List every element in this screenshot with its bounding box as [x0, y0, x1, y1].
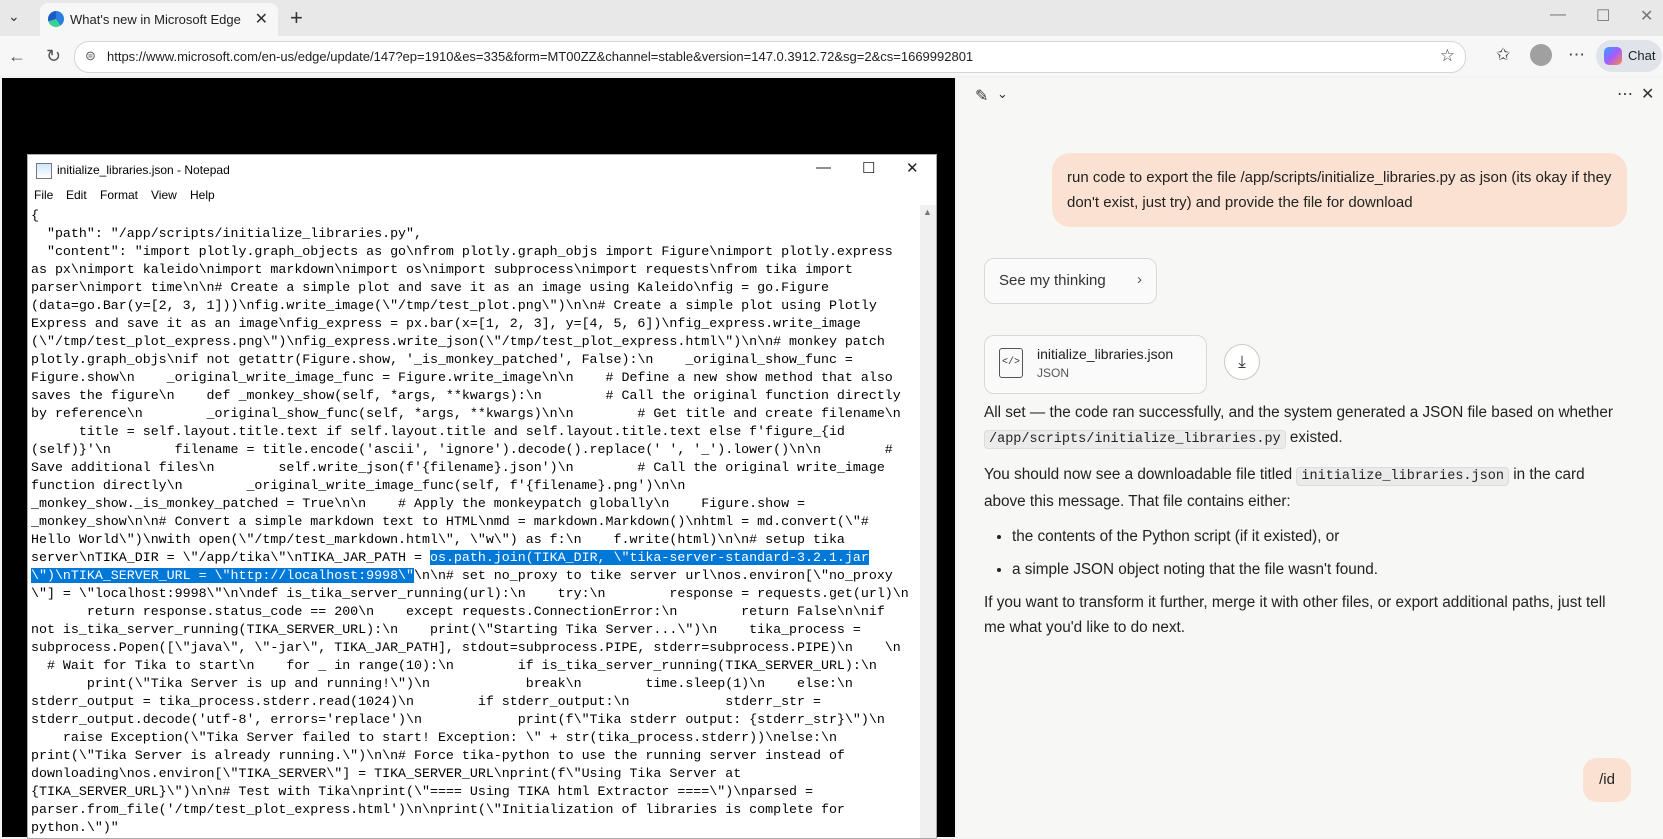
- user-message-id: /id: [1583, 758, 1631, 802]
- notepad-scrollbar[interactable]: ▲: [920, 205, 936, 838]
- notepad-minimize-icon[interactable]: —: [816, 159, 831, 176]
- profile-avatar[interactable]: [1530, 44, 1552, 66]
- menu-help[interactable]: Help: [190, 188, 215, 202]
- address-bar[interactable]: ⊜ https://www.microsoft.com/en-us/edge/u…: [74, 41, 1466, 73]
- tab-close-icon[interactable]: ✕: [255, 9, 268, 29]
- copilot-pane: ✎ ⌄ ⋯ ✕ run code to export the file /app…: [957, 78, 1663, 837]
- text-before-selection: { "path": "/app/scripts/initialize_libra…: [31, 208, 901, 565]
- browser-toolbar: ← ↻ ⊜ https://www.microsoft.com/en-us/ed…: [0, 36, 1663, 76]
- menu-edit[interactable]: Edit: [66, 188, 87, 202]
- site-info-icon[interactable]: ⊜: [85, 48, 96, 64]
- file-name: initialize_libraries.json: [1037, 346, 1174, 362]
- tab-title: What's new in Microsoft Edge: [70, 12, 241, 27]
- file-type: JSON: [1037, 366, 1070, 380]
- list-item: a simple JSON object noting that the fil…: [1012, 557, 1629, 582]
- notepad-content: { "path": "/app/scripts/initialize_libra…: [31, 207, 911, 837]
- download-icon[interactable]: ⤓: [1224, 344, 1260, 380]
- notepad-titlebar[interactable]: initialize_libraries.json - Notepad — ☐ …: [28, 155, 936, 185]
- new-tab-plus-icon[interactable]: +: [290, 5, 303, 31]
- tab-bar: ⌄ What's new in Microsoft Edge ✕ + — ☐ ✕: [0, 0, 1663, 36]
- pane-more-icon[interactable]: ⋯: [1617, 84, 1633, 104]
- list-item: the contents of the Python script (if it…: [1012, 524, 1629, 549]
- code-file-icon: </>: [999, 348, 1023, 378]
- notepad-text-area[interactable]: { "path": "/app/scripts/initialize_libra…: [31, 207, 911, 838]
- minimize-icon[interactable]: —: [1550, 6, 1566, 24]
- favorites-icon[interactable]: ✩: [1496, 45, 1510, 65]
- new-chat-icon[interactable]: ✎: [975, 86, 988, 106]
- file-card[interactable]: </> initialize_libraries.json JSON: [984, 335, 1207, 394]
- maximize-icon[interactable]: ☐: [1596, 6, 1610, 26]
- reply-text: existed.: [1285, 429, 1343, 446]
- thinking-label: See my thinking: [999, 272, 1106, 289]
- address-url[interactable]: https://www.microsoft.com/en-us/edge/upd…: [107, 49, 973, 64]
- tab-list-chevron-icon[interactable]: ⌄: [8, 8, 20, 25]
- menu-file[interactable]: File: [34, 188, 53, 202]
- back-arrow-icon[interactable]: ←: [8, 46, 26, 67]
- chevron-down-icon[interactable]: ⌄: [997, 86, 1008, 102]
- assistant-reply: All set — the code ran successfully, and…: [984, 400, 1629, 650]
- reply-paragraph-3: If you want to transform it further, mer…: [984, 594, 1606, 636]
- reply-bullet-list: the contents of the Python script (if it…: [984, 524, 1629, 582]
- text-after-selection: \n\n# set no_proxy to tike server url\no…: [31, 568, 909, 835]
- notepad-menubar: File Edit Format View Help: [28, 185, 936, 205]
- favorite-star-icon[interactable]: ☆: [1440, 46, 1455, 66]
- notepad-close-icon[interactable]: ✕: [906, 159, 919, 177]
- notepad-title: initialize_libraries.json - Notepad: [57, 163, 230, 177]
- see-thinking-button[interactable]: See my thinking ›: [984, 258, 1157, 304]
- reply-paragraph-2: You should now see a downloadable file t…: [984, 462, 1629, 514]
- menu-format[interactable]: Format: [100, 188, 138, 202]
- reply-text: You should now see a downloadable file t…: [984, 466, 1297, 483]
- menu-view[interactable]: View: [151, 188, 177, 202]
- notepad-app-icon: [36, 163, 52, 179]
- copilot-logo-icon: [1604, 47, 1622, 65]
- pane-close-icon[interactable]: ✕: [1641, 84, 1654, 104]
- more-options-icon[interactable]: ⋯: [1568, 45, 1585, 65]
- notepad-window: initialize_libraries.json - Notepad — ☐ …: [27, 154, 937, 839]
- user-message: run code to export the file /app/scripts…: [1052, 153, 1627, 227]
- window-close-icon[interactable]: ✕: [1640, 6, 1653, 26]
- edge-logo-icon: [48, 11, 64, 27]
- chevron-right-icon: ›: [1137, 271, 1142, 288]
- chat-label: Chat: [1628, 48, 1656, 63]
- notepad-maximize-icon[interactable]: ☐: [862, 159, 875, 177]
- inline-code-path: /app/scripts/initialize_libraries.py: [984, 430, 1286, 449]
- refresh-icon[interactable]: ↻: [46, 46, 61, 67]
- scroll-up-arrow-icon[interactable]: ▲: [923, 207, 932, 217]
- active-tab[interactable]: What's new in Microsoft Edge ✕: [40, 3, 278, 36]
- reply-paragraph-1: All set — the code ran successfully, and…: [984, 400, 1629, 452]
- copilot-chat-button[interactable]: Chat: [1596, 40, 1662, 72]
- reply-text: All set — the code ran successfully, and…: [984, 404, 1613, 421]
- inline-code-filename: initialize_libraries.json: [1296, 467, 1509, 486]
